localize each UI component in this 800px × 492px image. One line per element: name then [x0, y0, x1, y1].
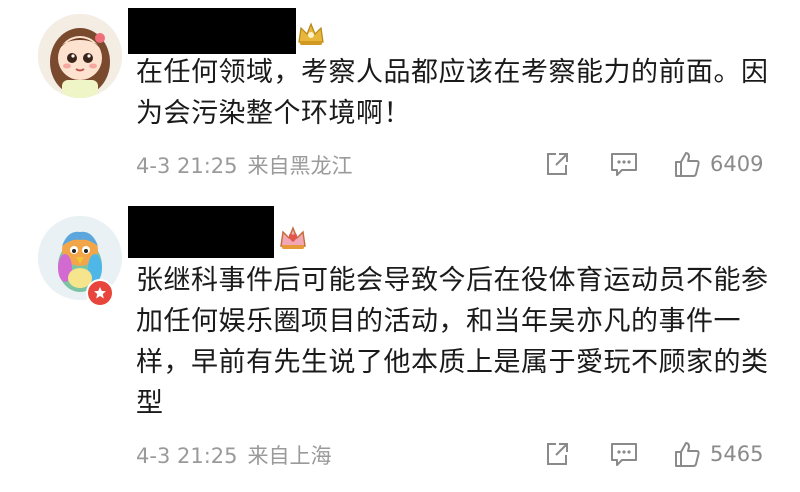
username-redacted[interactable] — [128, 8, 296, 54]
share-button[interactable] — [542, 438, 572, 470]
like-button[interactable]: 6409 — [672, 148, 763, 180]
reply-button[interactable] — [608, 438, 640, 470]
comment-time: 4-3 21:25 — [136, 154, 238, 178]
username-redacted[interactable] — [128, 206, 274, 258]
avatar[interactable] — [38, 14, 122, 98]
like-button[interactable]: 5465 — [672, 438, 763, 470]
gold-crown-icon[interactable] — [296, 20, 326, 48]
cartoon-girl-avatar-icon — [38, 14, 122, 98]
comment-location: 来自上海 — [247, 444, 332, 468]
like-count: 5465 — [710, 442, 764, 466]
share-button[interactable] — [542, 148, 572, 180]
comment-bubble-icon — [611, 443, 637, 466]
pink-crown-icon[interactable] — [278, 224, 308, 252]
comment-actions: 5465 — [540, 438, 780, 470]
reply-button[interactable] — [608, 148, 640, 180]
comment-bubble-icon — [611, 153, 637, 176]
comment-meta: 4-3 21:25 来自黑龙江 — [136, 150, 353, 180]
comment-text: 张继科事件后可能会导致今后在役体育运动员不能参加任何娱乐圈项目的活动，和当年吴亦… — [136, 265, 769, 419]
share-icon — [547, 443, 568, 465]
share-icon — [547, 153, 568, 175]
comment-item: 在任何领域，考察人品都应该在考察能力的前面。因为会污染整个环境啊！ 4-3 21… — [0, 0, 800, 198]
comment-location: 来自黑龙江 — [247, 154, 353, 178]
thumbs-up-icon — [675, 152, 700, 177]
comment-text: 在任何领域，考察人品都应该在考察能力的前面。因为会污染整个环境啊！ — [136, 57, 769, 129]
comment-actions: 6409 — [540, 148, 780, 180]
verified-badge-icon — [86, 279, 114, 307]
comment-item: 张继科事件后可能会导致今后在役体育运动员不能参加任何娱乐圈项目的活动，和当年吴亦… — [0, 198, 800, 492]
like-count: 6409 — [710, 152, 764, 176]
comment-meta: 4-3 21:25 来自上海 — [136, 440, 332, 470]
comment-time: 4-3 21:25 — [136, 444, 238, 468]
thumbs-up-icon — [675, 442, 700, 467]
